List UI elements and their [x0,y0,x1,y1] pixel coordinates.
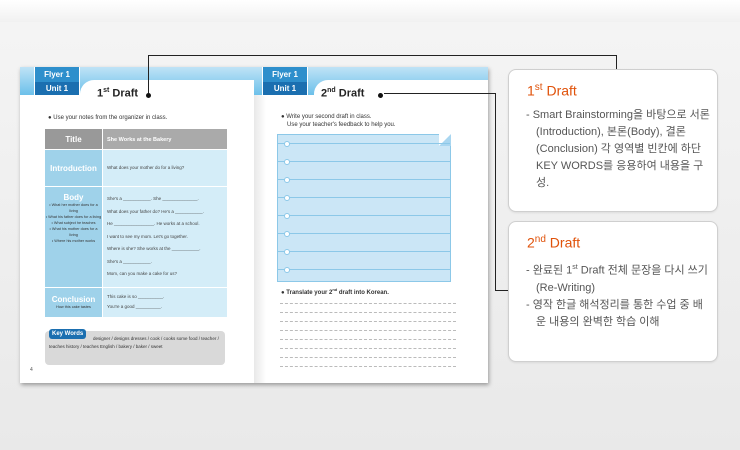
flyer-label: Flyer 1 [262,67,308,82]
title-bullet-dot [146,93,151,98]
leader-line [148,55,617,56]
card-description-list: - Smart Brainstorming을 바탕으로 서론(Introduct… [526,107,712,192]
leader-line [495,290,509,291]
page-number: 4 [30,367,33,373]
unit-label: Unit 1 [262,82,308,96]
conclusion-text: This cake is so __________. You're a goo… [102,288,227,317]
card-description: - Smart Brainstorming을 바탕으로 서론(Introduct… [526,109,710,189]
card-description-translation: - 영작 한글 해석정리를 통한 수업 중 배운 내용의 완벽한 학습 이해 [526,298,703,328]
draft-notepad [277,134,451,282]
body-text: She's a ___________. She ______________.… [102,187,227,287]
card-description-rewriting: - 완료된 1st Draft 전체 문장을 다시 쓰기(Re-Writing) [526,264,708,294]
table-header-value: She Works at the Bakery [102,129,227,149]
instruction: ● Write your second draft in class. Use … [281,114,396,128]
organizer-table: Title She Works at the Bakery Introducti… [45,129,227,318]
key-words-box: Key Words designer / designs dresses / c… [45,329,225,365]
page-title: 1st Draft [97,87,139,100]
row-label-body: Body • What her mother does for a living… [45,187,102,287]
page-title: 2nd Draft [321,87,365,100]
card-description-list: - 완료된 1st Draft 전체 문장을 다시 쓰기(Re-Writing)… [526,259,712,331]
instruction: ● Use your notes from the organizer in c… [48,115,168,121]
leader-line [616,55,617,69]
key-words-list: designer / designs dresses / cook / cook… [49,336,219,349]
textbook-spread: Flyer 1 Unit 1 1st Draft ● Use your note… [20,67,488,383]
flyer-unit-tab: Flyer 1 Unit 1 [262,67,308,96]
title-bullet-dot [378,93,383,98]
right-page: Flyer 1 Unit 1 2nd Draft ● Write your se… [254,67,488,383]
card-title: 1st Draft [527,82,577,99]
row-label-introduction: Introduction [45,150,102,186]
row-label-conclusion: Conclusion How this cake tastes [45,288,102,317]
flyer-unit-tab: Flyer 1 Unit 1 [34,67,80,96]
table-header-title: Title [45,129,102,149]
left-page: Flyer 1 Unit 1 1st Draft ● Use your note… [20,67,254,383]
leader-line [495,93,496,291]
leader-line [384,93,496,94]
card-title: 2nd Draft [527,234,581,251]
unit-label: Unit 1 [34,82,80,96]
flyer-label: Flyer 1 [34,67,80,82]
first-draft-card: 1st Draft - Smart Brainstorming을 바탕으로 서론… [508,69,718,212]
intro-text: What does your mother do for a living? [102,150,227,186]
translate-instruction: ● Translate your 2nd draft into Korean. [281,287,389,296]
second-draft-card: 2nd Draft - 완료된 1st Draft 전체 문장을 다시 쓰기(R… [508,221,718,362]
top-band [0,0,740,22]
leader-line [148,55,149,93]
